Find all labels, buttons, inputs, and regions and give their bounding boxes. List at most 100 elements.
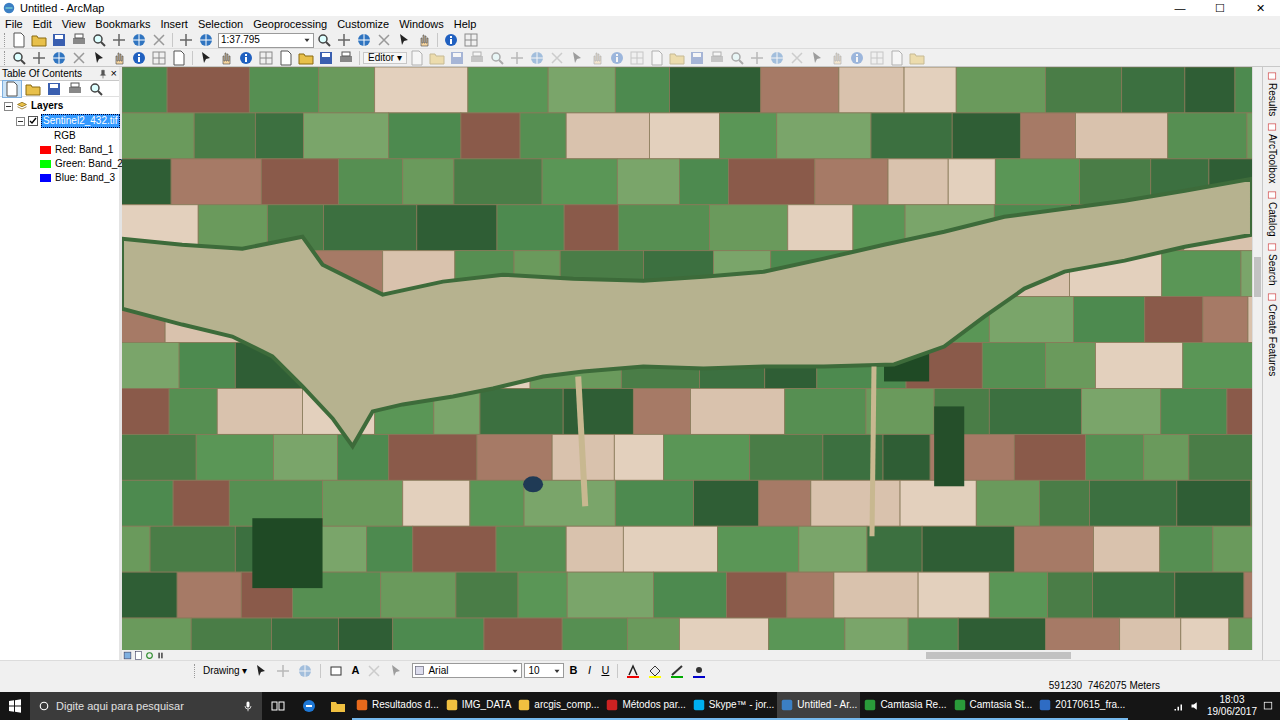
menu-item[interactable]: Geoprocessing: [248, 19, 332, 30]
taskbar-app-button[interactable]: Camtasia St...: [950, 692, 1036, 720]
text-tool-button[interactable]: A: [348, 665, 362, 676]
data-view-icon[interactable]: [123, 651, 132, 660]
hand-icon[interactable]: [414, 31, 434, 49]
dock-tab[interactable]: Catalog: [1267, 190, 1277, 236]
print-icon[interactable]: [69, 31, 89, 49]
globe-icon[interactable]: [49, 49, 69, 67]
app-label[interactable]: Camtasia Re...: [880, 700, 946, 710]
grid-icon[interactable]: [461, 31, 481, 49]
scroll-thumb[interactable]: [1254, 257, 1261, 297]
crosshair-icon[interactable]: [507, 49, 527, 67]
delete-icon[interactable]: [364, 662, 384, 680]
refresh-icon[interactable]: [145, 651, 154, 660]
dock-tab-label[interactable]: Search: [1267, 254, 1277, 286]
pointer-icon[interactable]: [386, 662, 406, 680]
app-label[interactable]: 20170615_fra...: [1055, 700, 1125, 710]
globe-icon[interactable]: [767, 49, 787, 67]
layers-label[interactable]: Layers: [31, 100, 63, 112]
pointer-icon[interactable]: [251, 662, 271, 680]
app-label[interactable]: Resultados d...: [372, 700, 439, 710]
edge-icon[interactable]: [294, 692, 324, 720]
info-icon[interactable]: [236, 49, 256, 67]
globe-icon[interactable]: [527, 49, 547, 67]
dock-tab-label[interactable]: Create Features: [1267, 304, 1277, 376]
dock-tab[interactable]: Results: [1267, 71, 1277, 116]
globe-icon[interactable]: [129, 31, 149, 49]
minimize-button[interactable]: —: [1160, 3, 1200, 14]
globe-icon[interactable]: [196, 31, 216, 49]
scroll-thumb[interactable]: [926, 652, 1071, 659]
toolbar-grip[interactable]: [194, 664, 197, 678]
grid-icon[interactable]: [149, 49, 169, 67]
marker-color-icon[interactable]: [689, 663, 709, 679]
dropdown-arrow-icon[interactable]: [301, 35, 313, 45]
maximize-button[interactable]: ☐: [1200, 3, 1240, 14]
taskbar-app-button[interactable]: Resultados d...: [352, 692, 442, 720]
layer-checkbox[interactable]: [28, 116, 38, 126]
search-placeholder[interactable]: Digite aqui para pesquisar: [56, 701, 236, 712]
app-label[interactable]: Skype™ - jor...: [709, 700, 775, 710]
new-document-icon[interactable]: [276, 49, 296, 67]
rectangle-icon[interactable]: [326, 663, 346, 679]
menu-item[interactable]: Windows: [394, 19, 449, 30]
pointer-icon[interactable]: [807, 49, 827, 67]
print-icon[interactable]: [65, 80, 85, 98]
font-size-combo[interactable]: 10: [524, 663, 564, 678]
volume-icon[interactable]: [1190, 700, 1202, 712]
taskbar-app-button[interactable]: Skype™ - jor...: [689, 692, 778, 720]
taskbar-search[interactable]: Digite aqui para pesquisar: [30, 692, 262, 720]
font-color-icon[interactable]: [623, 663, 643, 679]
info-icon[interactable]: [607, 49, 627, 67]
save-icon[interactable]: [44, 80, 64, 98]
crosshair-icon[interactable]: [176, 31, 196, 49]
dock-tab[interactable]: Search: [1267, 242, 1277, 286]
dock-tab[interactable]: Create Features: [1267, 292, 1277, 376]
menu-item[interactable]: Customize: [332, 19, 394, 30]
hand-icon[interactable]: [216, 49, 236, 67]
new-document-icon[interactable]: [2, 80, 22, 98]
save-icon[interactable]: [447, 49, 467, 67]
dock-tab-label[interactable]: Catalog: [1267, 202, 1277, 236]
info-icon[interactable]: [129, 49, 149, 67]
app-label[interactable]: arcgis_comp...: [534, 700, 599, 710]
explorer-icon[interactable]: [324, 692, 352, 720]
hand-icon[interactable]: [109, 49, 129, 67]
new-document-icon[interactable]: [9, 31, 29, 49]
toolbar-grip[interactable]: [4, 51, 7, 65]
globe-icon[interactable]: [295, 662, 315, 680]
expander-box[interactable]: [16, 117, 25, 126]
menu-item[interactable]: View: [57, 19, 91, 30]
folder-icon[interactable]: [667, 49, 687, 67]
drawing-menu[interactable]: Drawing ▾: [201, 666, 249, 676]
notifications-icon[interactable]: [1262, 700, 1274, 712]
menu-item[interactable]: Selection: [193, 19, 248, 30]
zoom-icon[interactable]: [86, 80, 106, 98]
folder-icon[interactable]: [29, 31, 49, 49]
text-style-button[interactable]: I: [582, 665, 596, 676]
pointer-icon[interactable]: [394, 31, 414, 49]
layer-label[interactable]: Sentinel2_432.tif: [41, 114, 120, 128]
crosshair-icon[interactable]: [334, 31, 354, 49]
info-icon[interactable]: [847, 49, 867, 67]
taskbar-app-button[interactable]: Métodos par...: [602, 692, 688, 720]
folder-icon[interactable]: [427, 49, 447, 67]
dock-tab[interactable]: ArcToolbox: [1267, 122, 1277, 183]
font-combo[interactable]: Arial: [412, 663, 522, 678]
layout-view-icon[interactable]: [134, 651, 143, 660]
scale-value[interactable]: 1:37.795: [219, 35, 301, 45]
microphone-icon[interactable]: [242, 700, 254, 712]
grid-icon[interactable]: [627, 49, 647, 67]
new-document-icon[interactable]: [647, 49, 667, 67]
print-icon[interactable]: [707, 49, 727, 67]
menu-item[interactable]: Help: [449, 19, 482, 30]
hand-icon[interactable]: [587, 49, 607, 67]
menu-item[interactable]: Edit: [28, 19, 57, 30]
editor-menu[interactable]: Editor ▾: [363, 52, 407, 64]
pause-icon[interactable]: [156, 651, 165, 660]
fill-color-icon[interactable]: [645, 663, 665, 679]
delete-icon[interactable]: [547, 49, 567, 67]
close-button[interactable]: ✕: [1240, 3, 1280, 14]
info-icon[interactable]: [441, 31, 461, 49]
crosshair-icon[interactable]: [273, 662, 293, 680]
text-style-button[interactable]: U: [598, 665, 612, 676]
